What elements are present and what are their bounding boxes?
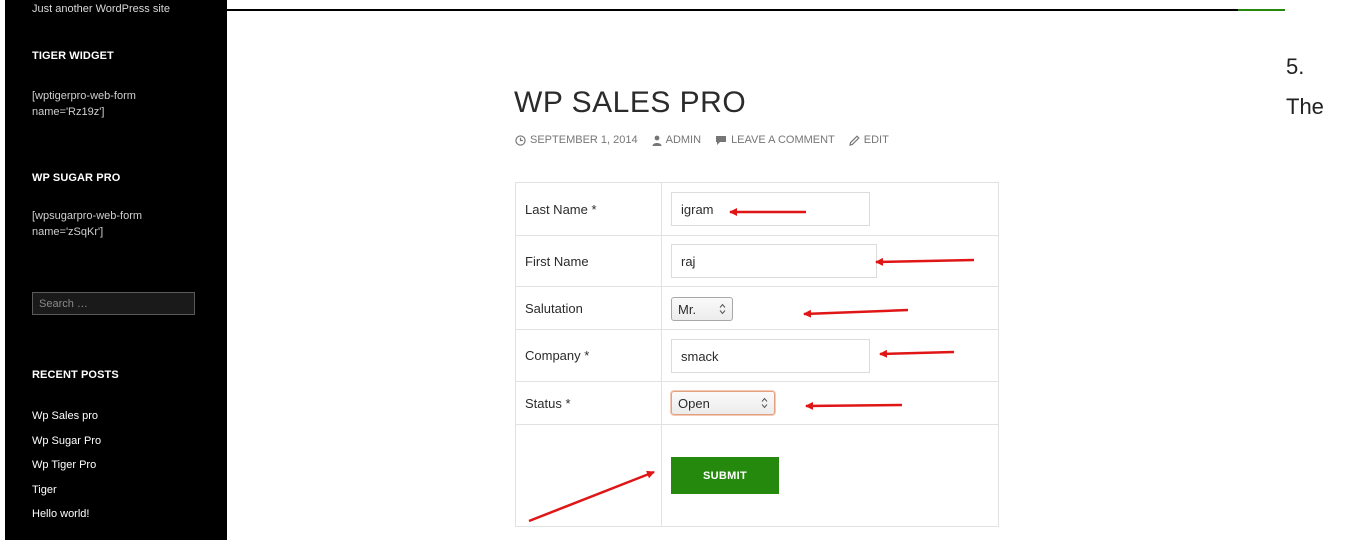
leave-comment-text: LEAVE A COMMENT bbox=[731, 134, 835, 146]
recent-posts-title: RECENT POSTS bbox=[32, 369, 119, 381]
web-form-table: Last Name * First Name Salutation Mr. Co… bbox=[515, 182, 999, 527]
post-date-text: SEPTEMBER 1, 2014 bbox=[530, 134, 638, 146]
status-selected-value: Open bbox=[678, 395, 710, 411]
form-row-salutation: Salutation Mr. bbox=[516, 287, 998, 330]
salutation-label: Salutation bbox=[516, 287, 662, 329]
header-border bbox=[227, 9, 1285, 11]
status-label: Status * bbox=[516, 382, 662, 424]
post-author[interactable]: ADMIN bbox=[652, 134, 701, 146]
company-label: Company * bbox=[516, 330, 662, 381]
entry-meta: SEPTEMBER 1, 2014 ADMIN LEAVE A COMMENT … bbox=[515, 134, 889, 146]
recent-post-link[interactable]: Wp Tiger Pro bbox=[32, 453, 101, 478]
header-accent-bar bbox=[1238, 9, 1285, 11]
recent-post-link[interactable]: Wp Sugar Pro bbox=[32, 429, 101, 454]
recent-post-link[interactable]: Tiger bbox=[32, 478, 101, 503]
sugar-widget-title: WP SUGAR PRO bbox=[32, 172, 121, 184]
site-tagline: Just another WordPress site bbox=[32, 3, 170, 15]
sidebar-search-input[interactable] bbox=[32, 292, 195, 315]
post-date[interactable]: SEPTEMBER 1, 2014 bbox=[515, 134, 638, 146]
recent-post-link[interactable]: Wp Sales pro bbox=[32, 404, 101, 429]
salutation-selected-value: Mr. bbox=[678, 301, 697, 317]
form-row-company: Company * bbox=[516, 330, 998, 382]
sugar-widget-shortcode: [wpsugarpro-web-form name='zSqKr'] bbox=[32, 208, 202, 240]
sugar-shortcode-line2: name='zSqKr'] bbox=[32, 226, 104, 238]
spinner-arrows-icon bbox=[761, 397, 768, 409]
pencil-icon bbox=[848, 134, 860, 146]
clock-icon bbox=[515, 134, 526, 146]
recent-posts-list: Wp Sales pro Wp Sugar Pro Wp Tiger Pro T… bbox=[32, 404, 101, 527]
submit-row-label bbox=[516, 425, 662, 526]
post-author-text: ADMIN bbox=[665, 134, 702, 146]
first-name-input[interactable] bbox=[671, 244, 877, 278]
post-title: WP SALES PRO bbox=[514, 86, 747, 119]
submit-button[interactable]: SUBMIT bbox=[671, 457, 779, 494]
form-row-last-name: Last Name * bbox=[516, 183, 998, 236]
salutation-select[interactable]: Mr. bbox=[671, 297, 733, 321]
comment-icon bbox=[716, 135, 727, 145]
tiger-widget-title: TIGER WIDGET bbox=[32, 50, 114, 62]
last-name-label: Last Name * bbox=[516, 183, 662, 235]
company-input[interactable] bbox=[671, 339, 870, 373]
step-text: The bbox=[1286, 94, 1324, 119]
tiger-shortcode-line1: [wptigerpro-web-form bbox=[32, 90, 136, 102]
user-icon bbox=[652, 135, 662, 146]
leave-comment-link[interactable]: LEAVE A COMMENT bbox=[715, 134, 835, 146]
tiger-widget-shortcode: [wptigerpro-web-form name='Rz19z'] bbox=[32, 88, 202, 120]
tiger-shortcode-line2: name='Rz19z'] bbox=[32, 106, 105, 118]
sidebar: Just another WordPress site TIGER WIDGET… bbox=[5, 0, 227, 540]
form-row-status: Status * Open bbox=[516, 382, 998, 425]
edit-text: EDIT bbox=[863, 134, 889, 146]
spinner-arrows-icon bbox=[719, 303, 726, 315]
last-name-input[interactable] bbox=[671, 192, 870, 226]
first-name-label: First Name bbox=[516, 236, 662, 286]
edit-link[interactable]: EDIT bbox=[848, 134, 889, 146]
recent-post-link[interactable]: Hello world! bbox=[32, 502, 101, 527]
step-number: 5. bbox=[1286, 54, 1305, 79]
form-row-first-name: First Name bbox=[516, 236, 998, 287]
status-select[interactable]: Open bbox=[671, 391, 775, 415]
sugar-shortcode-line1: [wpsugarpro-web-form bbox=[32, 210, 143, 222]
